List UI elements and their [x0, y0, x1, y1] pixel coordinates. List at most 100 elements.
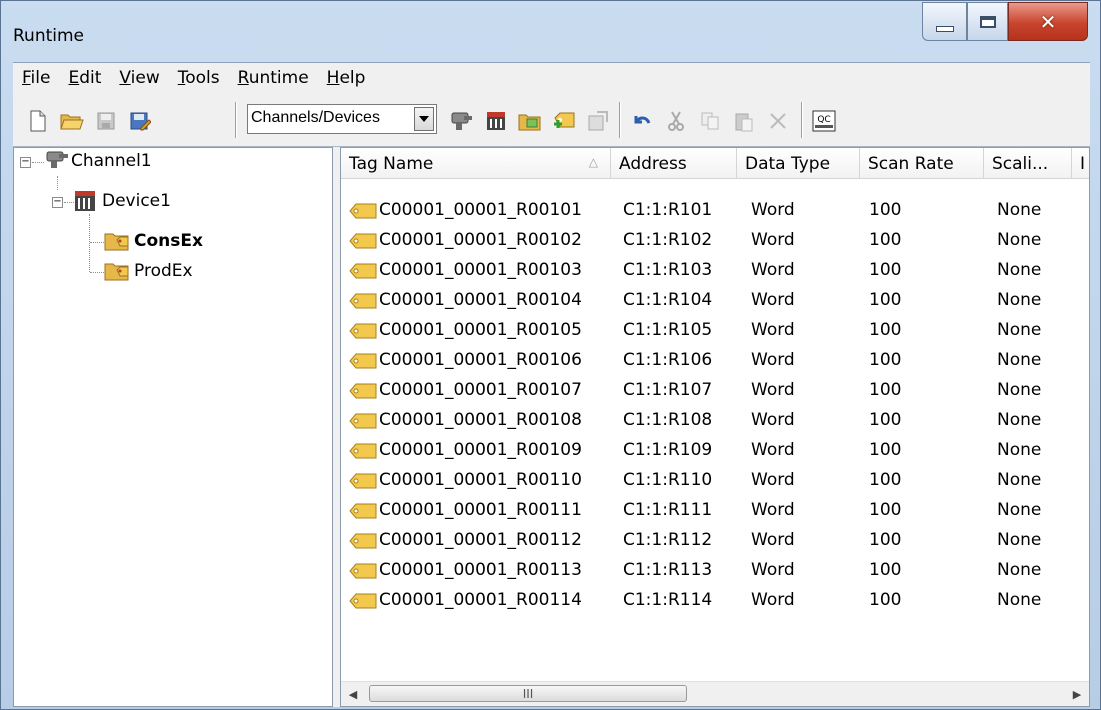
tag-scaling-cell: None [997, 380, 1042, 400]
tag-scaling-cell: None [997, 290, 1042, 310]
tag-icon [349, 323, 377, 339]
view-selector-dropdown[interactable]: Channels/Devices [247, 104, 437, 134]
scroll-left-button[interactable]: ◀ [343, 684, 363, 704]
table-row[interactable]: C00001_00001_R00102 C1:1:R102 Word 100 None [341, 224, 1089, 254]
tag-rate-cell: 100 [869, 380, 902, 400]
new-tag-group-button[interactable] [517, 108, 543, 134]
menu-help[interactable]: Help [318, 68, 375, 88]
new-channel-button[interactable] [449, 108, 475, 134]
undo-icon [634, 116, 651, 124]
tag-rate-cell: 100 [869, 560, 902, 580]
menu-tools[interactable]: Tools [169, 68, 229, 88]
sort-ascending-icon: △ [588, 155, 598, 169]
title-bar[interactable]: Runtime ✕ [1, 1, 1100, 61]
column-next[interactable]: I [1072, 148, 1089, 178]
column-scan-rate[interactable]: Scan Rate [860, 148, 984, 178]
table-row[interactable]: C00001_00001_R00108 C1:1:R108 Word 100 None [341, 404, 1089, 434]
pane-splitter[interactable] [333, 147, 340, 707]
tag-group-folder-icon [104, 233, 129, 251]
table-row[interactable]: C00001_00001_R00109 C1:1:R109 Word 100 None [341, 434, 1089, 464]
column-data-type[interactable]: Data Type [737, 148, 860, 178]
minimize-icon [935, 25, 954, 32]
menu-file[interactable]: File [13, 68, 59, 88]
menu-edit[interactable]: Edit [59, 68, 110, 88]
menu-view[interactable]: View [110, 68, 168, 88]
delete-x-icon [770, 113, 786, 129]
paste-button[interactable] [731, 108, 757, 134]
tag-name-cell: C00001_00001_R00101 [379, 200, 582, 220]
tag-type-cell: Word [751, 440, 795, 460]
new-device-button[interactable] [483, 108, 509, 134]
dropdown-arrow-button[interactable] [414, 107, 434, 131]
close-button[interactable]: ✕ [1008, 2, 1088, 41]
table-row[interactable]: C00001_00001_R00107 C1:1:R107 Word 100 None [341, 374, 1089, 404]
menu-tools-label: ools [185, 68, 220, 88]
open-project-button[interactable] [59, 108, 85, 134]
tag-icon [349, 533, 377, 549]
scroll-right-button[interactable]: ▶ [1067, 684, 1087, 704]
tag-scaling-cell: None [997, 230, 1042, 250]
table-row[interactable]: C00001_00001_R00113 C1:1:R113 Word 100 None [341, 554, 1089, 584]
scrollbar-thumb[interactable]: III [369, 685, 687, 702]
undo-button[interactable] [629, 108, 655, 134]
menu-runtime-label: untime [248, 68, 309, 88]
table-row[interactable]: C00001_00001_R00104 C1:1:R104 Word 100 None [341, 284, 1089, 314]
tag-icon [349, 563, 377, 579]
tag-address-cell: C1:1:R106 [623, 350, 713, 370]
channel-icon [46, 151, 68, 168]
tag-list-header: Tag Name △ Address Data Type Scan Rate S… [341, 148, 1089, 179]
new-tag-button[interactable] [551, 108, 577, 134]
table-row[interactable]: C00001_00001_R00101 C1:1:R101 Word 100 None [341, 194, 1089, 224]
consex-label: ConsEx [134, 231, 203, 251]
column-address[interactable]: Address [611, 148, 737, 178]
tag-scaling-cell: None [997, 560, 1042, 580]
table-row[interactable]: C00001_00001_R00112 C1:1:R112 Word 100 None [341, 524, 1089, 554]
copy-button[interactable] [697, 108, 723, 134]
tag-rate-cell: 100 [869, 200, 902, 220]
menu-runtime[interactable]: Runtime [229, 68, 318, 88]
table-row[interactable]: C00001_00001_R00103 C1:1:R103 Word 100 None [341, 254, 1089, 284]
new-document-icon [30, 110, 46, 132]
quick-client-button[interactable]: QC [811, 108, 837, 134]
column-scaling-label: Scali... [992, 154, 1049, 174]
tag-address-cell: C1:1:R107 [623, 380, 713, 400]
tag-scaling-cell: None [997, 350, 1042, 370]
tag-type-cell: Word [751, 380, 795, 400]
table-row[interactable]: C00001_00001_R00105 C1:1:R105 Word 100 None [341, 314, 1089, 344]
tag-address-cell: C1:1:R114 [623, 590, 713, 610]
cut-button[interactable] [663, 108, 689, 134]
save-disk-icon [97, 112, 115, 130]
column-scaling[interactable]: Scali... [984, 148, 1072, 178]
table-row[interactable]: C00001_00001_R00110 C1:1:R110 Word 100 None [341, 464, 1089, 494]
table-row[interactable]: C00001_00001_R00111 C1:1:R111 Word 100 None [341, 494, 1089, 524]
tag-group-icon [518, 114, 541, 131]
device-collapse-toggle[interactable]: − [52, 197, 63, 208]
copy-icon [701, 112, 719, 130]
tag-icon [349, 443, 377, 459]
channel-collapse-toggle[interactable]: − [20, 157, 31, 168]
save-as-button[interactable] [127, 108, 153, 134]
tag-icon [349, 263, 377, 279]
tag-scaling-cell: None [997, 500, 1042, 520]
delete-button[interactable] [765, 108, 791, 134]
project-tree: − Channel1 − Device1 ConsEx ProdEx [13, 147, 333, 707]
view-selector-value: Channels/Devices [251, 109, 380, 126]
horizontal-scrollbar[interactable]: ◀ III ▶ [341, 681, 1089, 706]
table-row[interactable]: C00001_00001_R00106 C1:1:R106 Word 100 None [341, 344, 1089, 374]
new-project-button[interactable] [25, 108, 51, 134]
tag-rate-cell: 100 [869, 260, 902, 280]
tag-scaling-cell: None [997, 440, 1042, 460]
properties-button[interactable] [585, 108, 611, 134]
tag-type-cell: Word [751, 530, 795, 550]
column-tag-name-label: Tag Name [349, 154, 434, 174]
tag-name-cell: C00001_00001_R00103 [379, 260, 582, 280]
table-row[interactable]: C00001_00001_R00114 C1:1:R114 Word 100 None [341, 584, 1089, 614]
save-button[interactable] [93, 108, 119, 134]
prodex-label: ProdEx [134, 261, 193, 281]
runtime-window: Runtime ✕ File Edit View Tools Runtime H… [0, 0, 1101, 710]
channel-icon [451, 112, 472, 130]
quick-client-label: QC [817, 115, 830, 125]
minimize-button[interactable] [922, 2, 967, 41]
maximize-button[interactable] [967, 2, 1008, 41]
column-tag-name[interactable]: Tag Name △ [341, 148, 611, 178]
